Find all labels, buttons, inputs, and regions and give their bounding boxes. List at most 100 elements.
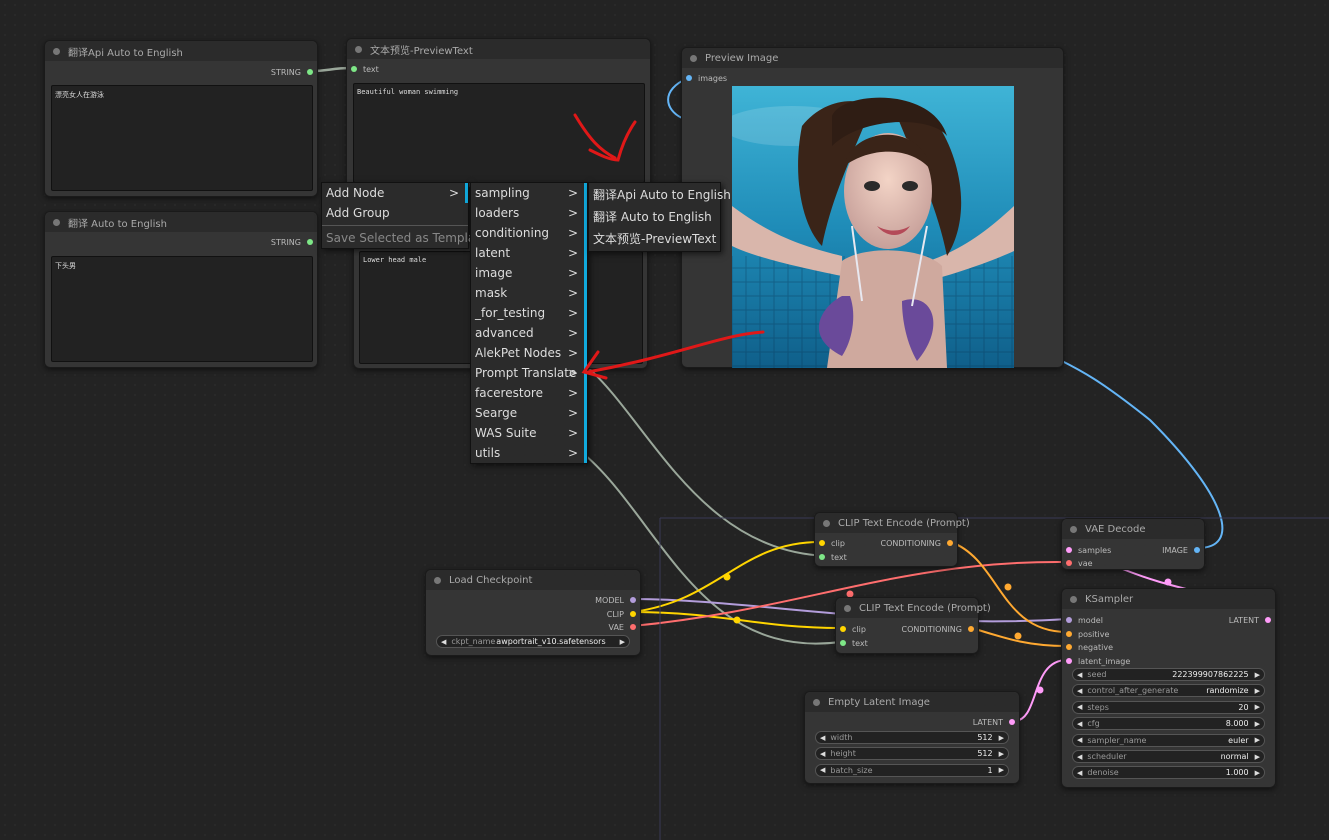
increment-arrow-icon[interactable]: ▶ (999, 734, 1004, 742)
text-input-slot[interactable]: text (840, 637, 868, 649)
model-output[interactable]: MODEL (595, 594, 636, 606)
text-input[interactable]: 漂亮女人在游泳 (51, 85, 313, 191)
clip-text-encode-node-1[interactable]: CLIP Text Encode (Prompt) clip text COND… (814, 512, 970, 567)
decrement-arrow-icon[interactable]: ◀ (1077, 720, 1082, 728)
decrement-arrow-icon[interactable]: ◀ (441, 638, 446, 646)
menu-add-group[interactable]: Add Group (322, 203, 468, 223)
node-title[interactable]: CLIP Text Encode (Prompt) (836, 598, 991, 618)
conditioning-output[interactable]: CONDITIONING (881, 537, 953, 549)
increment-arrow-icon[interactable]: ▶ (1255, 736, 1260, 744)
clip-output[interactable]: CLIP (607, 608, 636, 620)
collapse-dot-icon[interactable] (813, 698, 820, 706)
context-menu[interactable]: Add Node > Add Group Save Selected as Tem… (321, 182, 487, 249)
decrement-arrow-icon[interactable]: ◀ (1077, 736, 1082, 744)
clip-text-encode-node-2[interactable]: CLIP Text Encode (Prompt) clip text COND… (835, 597, 991, 654)
text-input-slot[interactable]: text (351, 63, 379, 75)
model-input-slot[interactable]: model (1066, 614, 1103, 626)
vae-decode-node[interactable]: VAE Decode samples vae IMAGE (1061, 518, 1205, 570)
decrement-arrow-icon[interactable]: ◀ (1077, 753, 1082, 761)
decrement-arrow-icon[interactable]: ◀ (820, 750, 825, 758)
decrement-arrow-icon[interactable]: ◀ (1077, 687, 1082, 695)
menu-add-node[interactable]: Add Node > (322, 183, 468, 203)
input-slot-icon[interactable] (840, 626, 846, 632)
ksampler-node[interactable]: KSampler model positive negative latent_… (1061, 588, 1276, 788)
widget-sampler-name[interactable]: ◀ sampler_name euler ▶ (1072, 733, 1265, 747)
output-slot-icon[interactable] (1009, 719, 1015, 725)
images-input-slot[interactable]: images (686, 72, 727, 84)
input-slot-icon[interactable] (1066, 617, 1072, 623)
menu-category-item[interactable]: facerestore > (471, 383, 587, 403)
widget-scheduler[interactable]: ◀ scheduler normal ▶ (1072, 750, 1265, 763)
collapse-dot-icon[interactable] (53, 218, 60, 226)
decrement-arrow-icon[interactable]: ◀ (1077, 671, 1082, 679)
collapse-dot-icon[interactable] (690, 54, 697, 62)
input-slot-icon[interactable] (686, 75, 692, 81)
node-title[interactable]: VAE Decode (1062, 519, 1204, 539)
decrement-arrow-icon[interactable]: ◀ (820, 766, 825, 774)
widget-steps[interactable]: ◀ steps 20 ▶ (1072, 700, 1265, 714)
widget-control-after-generate[interactable]: ◀ control_after_generate randomize ▶ (1072, 684, 1265, 698)
input-slot-icon[interactable] (351, 66, 357, 72)
input-slot-icon[interactable] (1066, 547, 1072, 553)
translate-api-node[interactable]: 翻译Api Auto to English STRING 漂亮女人在游泳 (44, 40, 318, 197)
collapse-dot-icon[interactable] (1070, 525, 1077, 533)
increment-arrow-icon[interactable]: ▶ (1255, 753, 1260, 761)
output-slot-icon[interactable] (630, 624, 636, 630)
load-checkpoint-node[interactable]: Load Checkpoint MODEL CLIP VAE ◀ ckpt_na… (425, 569, 641, 656)
output-slot-icon[interactable] (947, 540, 953, 546)
increment-arrow-icon[interactable]: ▶ (1255, 720, 1260, 728)
increment-arrow-icon[interactable]: ▶ (1255, 671, 1260, 679)
collapse-dot-icon[interactable] (823, 519, 830, 527)
output-slot-icon[interactable] (1194, 547, 1200, 553)
output-slot-icon[interactable] (307, 69, 313, 75)
latent-output[interactable]: LATENT (1229, 614, 1271, 626)
conditioning-output[interactable]: CONDITIONING (902, 623, 974, 635)
increment-arrow-icon[interactable]: ▶ (999, 750, 1004, 758)
node-title[interactable]: KSampler (1062, 589, 1275, 609)
widget-denoise[interactable]: ◀ denoise 1.000 ▶ (1072, 766, 1265, 780)
output-slot-icon[interactable] (307, 239, 313, 245)
collapse-dot-icon[interactable] (355, 45, 362, 53)
input-slot-icon[interactable] (1066, 631, 1072, 637)
node-title[interactable]: CLIP Text Encode (Prompt) (815, 513, 970, 533)
output-slot-icon[interactable] (968, 626, 974, 632)
negative-input-slot[interactable]: negative (1066, 641, 1113, 653)
decrement-arrow-icon[interactable]: ◀ (1077, 769, 1082, 777)
empty-latent-image-node[interactable]: Empty Latent Image LATENT ◀ width 512 ▶ ◀ hei… (804, 691, 1020, 784)
widget-batch-size[interactable]: ◀ batch_size 1 ▶ (815, 763, 1009, 777)
input-slot-icon[interactable] (1066, 658, 1072, 664)
node-title[interactable]: Preview Image (682, 48, 1063, 68)
collapse-dot-icon[interactable] (434, 576, 441, 584)
image-output[interactable]: IMAGE (1162, 544, 1200, 556)
output-slot-icon[interactable] (1265, 617, 1271, 623)
decrement-arrow-icon[interactable]: ◀ (1077, 703, 1082, 711)
widget-width[interactable]: ◀ width 512 ▶ (815, 731, 1009, 744)
ckpt-name-widget[interactable]: ◀ ckpt_name awportrait_v10.safetensors ▶ (436, 635, 630, 648)
string-output[interactable]: STRING (271, 236, 313, 248)
increment-arrow-icon[interactable]: ▶ (999, 766, 1004, 774)
text-input[interactable]: 下头男 (51, 256, 313, 362)
decrement-arrow-icon[interactable]: ◀ (820, 734, 825, 742)
widget-cfg[interactable]: ◀ cfg 8.000 ▶ (1072, 717, 1265, 731)
input-slot-icon[interactable] (1066, 560, 1072, 566)
positive-input-slot[interactable]: positive (1066, 628, 1109, 640)
widget-seed[interactable]: ◀ seed 222399907862225 ▶ (1072, 668, 1265, 681)
vae-output[interactable]: VAE (609, 621, 636, 633)
collapse-dot-icon[interactable] (844, 604, 851, 612)
increment-arrow-icon[interactable]: ▶ (620, 638, 625, 646)
menu-category-item[interactable]: WAS Suite > (471, 423, 587, 443)
increment-arrow-icon[interactable]: ▶ (1255, 687, 1260, 695)
increment-arrow-icon[interactable]: ▶ (1255, 769, 1260, 777)
menu-category-item[interactable]: Searge > (471, 403, 587, 423)
latent-image-input-slot[interactable]: latent_image (1066, 655, 1130, 667)
collapse-dot-icon[interactable] (1070, 595, 1077, 603)
input-slot-icon[interactable] (819, 554, 825, 560)
string-output[interactable]: STRING (271, 66, 313, 78)
text-input-slot[interactable]: text (819, 551, 847, 563)
input-slot-icon[interactable] (840, 640, 846, 646)
node-title[interactable]: Load Checkpoint (426, 570, 640, 590)
latent-output[interactable]: LATENT (973, 716, 1015, 728)
clip-input-slot[interactable]: clip (840, 623, 866, 635)
input-slot-icon[interactable] (819, 540, 825, 546)
node-title[interactable]: 文本预览-PreviewText (347, 39, 650, 59)
